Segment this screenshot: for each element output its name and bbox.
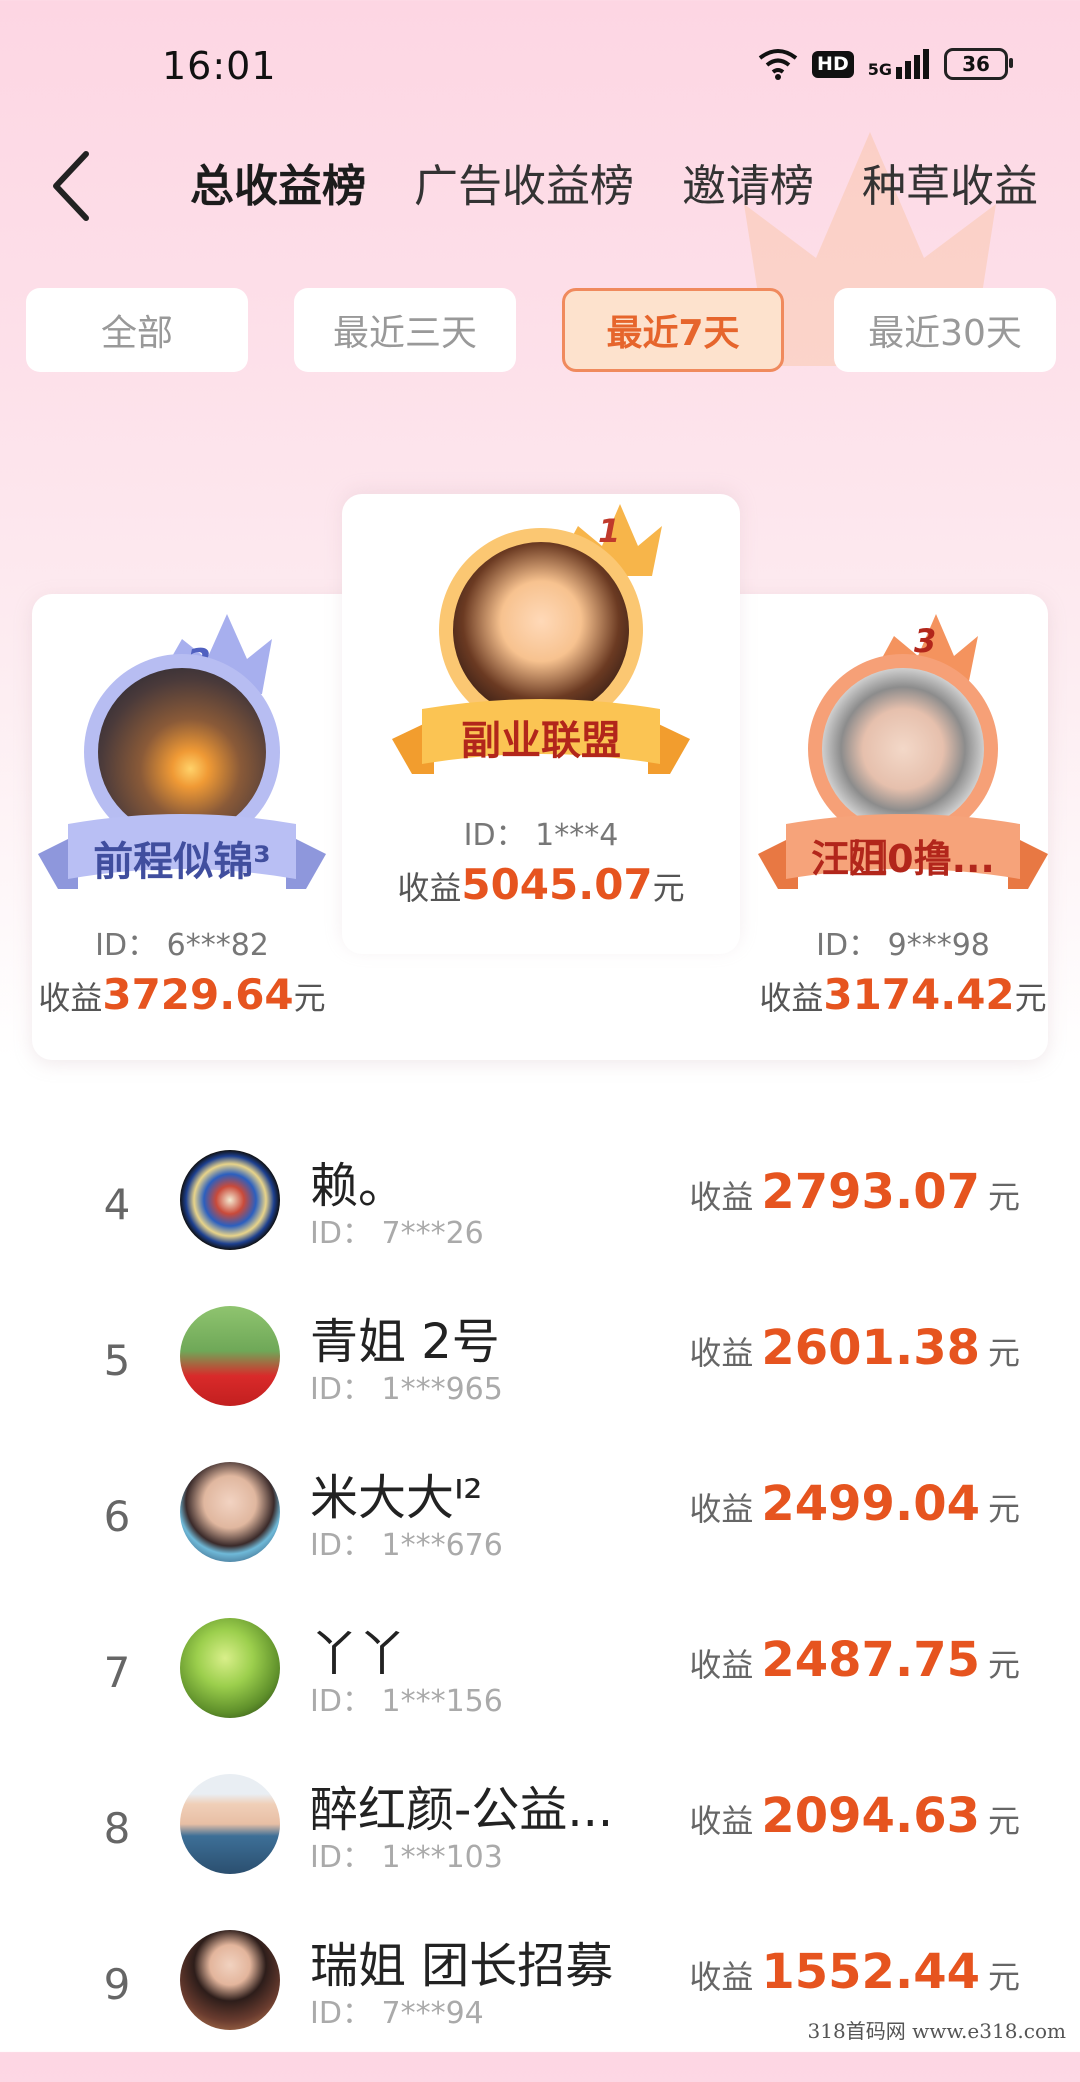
list-item[interactable]: 7 丫丫 ID： 1***156 收益 2487.75 元 <box>0 1614 1080 1770</box>
tab-total-earnings[interactable]: 总收益榜 <box>190 150 366 214</box>
watermark: 318首码网 www.e318.com <box>807 2019 1066 2043</box>
list-item[interactable]: 5 青姐 2号 ID： 1***965 收益 2601.38 元 <box>0 1302 1080 1458</box>
top-three-podium: 2 前程似锦³ ID： 6***82 收益3729.64元 1 副业联盟 ID：… <box>32 494 1048 1060</box>
avatar <box>180 1774 280 1874</box>
user-name: 米大大ᑊ² <box>310 1470 483 1526</box>
user-earnings: 收益 2094.63 元 <box>689 1788 1020 1844</box>
podium-second[interactable]: 2 前程似锦³ ID： 6***82 收益3729.64元 <box>32 614 332 1064</box>
user-id: ID： 1***156 <box>310 1684 503 1719</box>
rank-number: 9 <box>103 1960 131 2009</box>
podium-third-id: ID： 9***98 <box>816 928 990 963</box>
user-name: 丫丫 <box>310 1626 407 1682</box>
wifi-icon <box>758 49 798 80</box>
rank-number: 6 <box>103 1492 131 1541</box>
podium-third-earnings: 收益3174.42元 <box>759 970 1047 1019</box>
user-earnings: 收益 1552.44 元 <box>689 1944 1020 2000</box>
podium-first-name: 副业联盟 <box>461 718 621 764</box>
user-name: 醉红颜-公益... <box>310 1782 614 1838</box>
list-item[interactable]: 9 瑞姐 团长招募 ID： 7***94 收益 1552.44 元 <box>0 1926 1080 2082</box>
user-earnings: 收益 2793.07 元 <box>689 1164 1020 1220</box>
user-id: ID： 7***94 <box>310 1996 484 2031</box>
podium-first-id: ID： 1***4 <box>463 818 619 853</box>
user-earnings: 收益 2487.75 元 <box>689 1632 1020 1688</box>
tab-ad-earnings[interactable]: 广告收益榜 <box>414 150 634 214</box>
battery-icon: 36 <box>944 48 1013 80</box>
podium-second-id: ID： 6***82 <box>95 928 269 963</box>
user-earnings: 收益 2601.38 元 <box>689 1320 1020 1376</box>
podium-first-earnings: 收益5045.07元 <box>397 860 685 909</box>
status-time: 16:01 <box>162 44 277 88</box>
user-id: ID： 7***26 <box>310 1216 484 1251</box>
rank-number: 7 <box>103 1648 131 1697</box>
status-bar: 16:01 HD 5G 36 <box>0 0 1080 130</box>
rank-1-badge: 1 <box>598 512 621 550</box>
filter-all[interactable]: 全部 <box>26 288 248 372</box>
avatar <box>180 1930 280 2030</box>
hd-icon: HD <box>812 50 854 78</box>
podium-second-earnings: 收益3729.64元 <box>38 970 326 1019</box>
filter-last-3-days[interactable]: 最近三天 <box>294 288 516 372</box>
podium-first[interactable]: 1 副业联盟 ID： 1***4 收益5045.07元 <box>342 504 740 944</box>
avatar <box>180 1618 280 1718</box>
user-earnings: 收益 2499.04 元 <box>689 1476 1020 1532</box>
list-item[interactable]: 8 醉红颜-公益... ID： 1***103 收益 2094.63 元 <box>0 1770 1080 1926</box>
podium-third-name: 汪姐⃞0撸... <box>811 837 995 881</box>
rank-number: 8 <box>103 1804 131 1853</box>
tab-seeding-earnings[interactable]: 种草收益 <box>862 150 1038 214</box>
avatar <box>180 1306 280 1406</box>
time-filter-bar: 全部 最近三天 最近7天 最近30天 <box>26 288 1056 376</box>
battery-level: 36 <box>962 52 990 76</box>
rank-number: 5 <box>103 1336 131 1385</box>
rank-number: 4 <box>103 1180 131 1229</box>
user-name: 赖。 <box>310 1158 407 1214</box>
podium-second-name: 前程似锦³ <box>93 839 271 885</box>
user-id: ID： 1***103 <box>310 1840 503 1875</box>
avatar <box>180 1150 280 1250</box>
list-item[interactable]: 6 米大大ᑊ² ID： 1***676 收益 2499.04 元 <box>0 1458 1080 1614</box>
ranking-tabs: 总收益榜 广告收益榜 邀请榜 种草收益 <box>190 150 1050 214</box>
user-name: 瑞姐 团长招募 <box>310 1938 614 1994</box>
list-item[interactable]: 4 赖。 ID： 7***26 收益 2793.07 元 <box>0 1146 1080 1302</box>
podium-third[interactable]: 3 汪姐⃞0撸... ID： 9***98 收益3174.42元 <box>758 614 1048 1064</box>
back-arrow-icon[interactable] <box>48 148 94 224</box>
user-name: 青姐 2号 <box>310 1314 500 1370</box>
signal-icon <box>896 49 929 79</box>
filter-last-30-days[interactable]: 最近30天 <box>834 288 1056 372</box>
network-type: 5G <box>867 60 892 79</box>
user-id: ID： 1***676 <box>310 1528 503 1563</box>
avatar <box>180 1462 280 1562</box>
filter-last-7-days[interactable]: 最近7天 <box>562 288 784 372</box>
tab-invite[interactable]: 邀请榜 <box>682 150 814 214</box>
user-id: ID： 1***965 <box>310 1372 503 1407</box>
